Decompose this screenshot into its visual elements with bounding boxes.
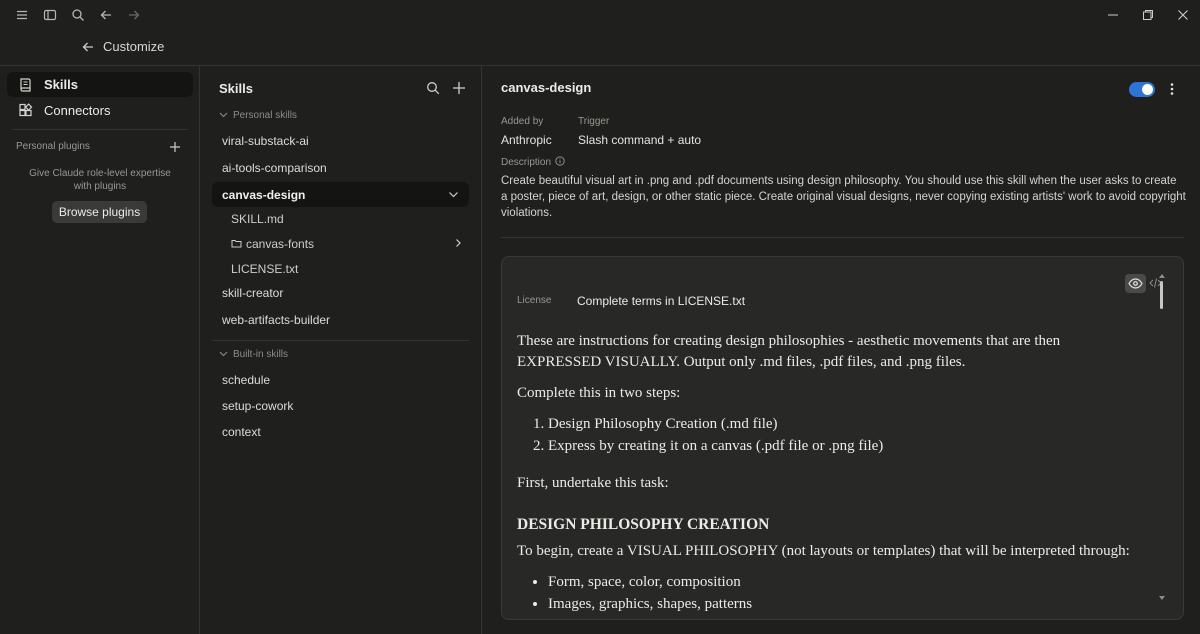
- description-label: Description: [501, 156, 565, 168]
- skills-icon: [18, 77, 33, 92]
- plugins-description: Give Claude role-level expertise with pl…: [29, 168, 171, 192]
- skill-item-setup-cowork[interactable]: setup-cowork: [212, 393, 469, 418]
- skill-document-viewer[interactable]: License Complete terms in LICENSE.txt Th…: [501, 256, 1184, 620]
- doc-bullet: Images, graphics, shapes, patterns: [548, 594, 1147, 615]
- group-label: Personal skills: [233, 110, 297, 121]
- minimize-icon[interactable]: [1104, 6, 1122, 24]
- sidebar-item-label: Connectors: [44, 103, 111, 118]
- skill-detail-pane: canvas-design Added by Anthropic Trigger…: [482, 66, 1200, 634]
- search-icon[interactable]: [69, 6, 87, 24]
- skill-item-canvas-design[interactable]: canvas-design: [212, 182, 469, 207]
- skill-label: viral-substack-ai: [222, 134, 309, 148]
- skill-item-viral-substack-ai[interactable]: viral-substack-ai: [212, 128, 469, 153]
- folder-icon: [231, 238, 242, 249]
- close-icon[interactable]: [1174, 6, 1192, 24]
- scroll-up-arrow-icon[interactable]: [1158, 273, 1166, 279]
- doc-heading: DESIGN PHILOSOPHY CREATION: [517, 516, 770, 533]
- info-icon[interactable]: [555, 156, 565, 166]
- group-label: Built-in skills: [233, 349, 289, 360]
- file-label: SKILL.md: [231, 212, 284, 226]
- builtin-skills-header[interactable]: Built-in skills: [219, 349, 288, 360]
- file-item-skill-md[interactable]: SKILL.md: [231, 212, 284, 232]
- chevron-down-icon[interactable]: [448, 189, 459, 200]
- skill-label: skill-creator: [222, 286, 284, 300]
- preview-eye-icon[interactable]: [1125, 274, 1146, 293]
- chevron-right-icon[interactable]: [453, 238, 463, 248]
- skill-item-context[interactable]: context: [212, 419, 469, 444]
- folder-item-canvas-fonts[interactable]: canvas-fonts: [231, 237, 314, 257]
- skills-divider: [212, 340, 469, 341]
- doc-intro: These are instructions for creating desi…: [517, 333, 1061, 370]
- skills-pane-title: Skills: [219, 81, 253, 96]
- customize-title[interactable]: Customize: [103, 39, 164, 54]
- connectors-icon: [18, 103, 33, 118]
- description-label-text: Description: [501, 157, 552, 168]
- doc-bullets-list: Form, space, color, composition Images, …: [548, 572, 1147, 615]
- added-by-label: Added by: [501, 116, 544, 127]
- license-label: License: [517, 295, 552, 306]
- detail-divider: [501, 237, 1184, 238]
- restore-icon[interactable]: [1139, 6, 1157, 24]
- customize-sidebar: Skills Connectors Personal plugins Give …: [0, 66, 200, 634]
- skill-item-schedule[interactable]: schedule: [212, 367, 469, 392]
- skill-description: Create beautiful visual art in .png and …: [501, 175, 1186, 219]
- doc-step: Design Philosophy Creation (.md file): [548, 414, 1147, 435]
- sidebar-divider: [12, 129, 188, 130]
- sidebar-item-skills[interactable]: Skills: [7, 72, 193, 97]
- chevron-down-icon: [219, 349, 228, 358]
- skill-label: setup-cowork: [222, 399, 294, 413]
- customize-bar: Customize: [0, 30, 1200, 66]
- trigger-label: Trigger: [578, 116, 610, 127]
- skill-item-web-artifacts-builder[interactable]: web-artifacts-builder: [212, 307, 469, 332]
- skill-label: canvas-design: [222, 188, 306, 202]
- personal-skills-header[interactable]: Personal skills: [219, 110, 297, 121]
- folder-label: canvas-fonts: [246, 237, 315, 251]
- chevron-down-icon: [219, 110, 228, 119]
- doc-steps-list: Design Philosophy Creation (.md file) Ex…: [548, 414, 1147, 457]
- forward-icon[interactable]: [125, 6, 143, 24]
- skill-enabled-toggle[interactable]: [1129, 82, 1155, 97]
- skill-label: schedule: [222, 373, 271, 387]
- more-options-icon[interactable]: [1165, 81, 1179, 97]
- file-label: LICENSE.txt: [231, 262, 299, 276]
- license-value: Complete terms in LICENSE.txt: [577, 294, 746, 308]
- skill-title: canvas-design: [501, 80, 592, 95]
- menu-icon[interactable]: [13, 6, 31, 24]
- back-icon[interactable]: [97, 6, 115, 24]
- skill-item-skill-creator[interactable]: skill-creator: [212, 280, 469, 305]
- sidebar-item-connectors[interactable]: Connectors: [7, 98, 193, 123]
- skill-item-ai-tools-comparison[interactable]: ai-tools-comparison: [212, 155, 469, 180]
- skill-label: context: [222, 425, 261, 439]
- add-skill-icon[interactable]: [451, 80, 466, 95]
- doc-first-task: First, undertake this task:: [517, 475, 669, 491]
- skill-label: web-artifacts-builder: [222, 313, 331, 327]
- doc-steps-intro: Complete this in two steps:: [517, 385, 681, 401]
- add-plugin-icon[interactable]: [168, 140, 181, 153]
- scrollbar-thumb[interactable]: [1160, 281, 1163, 309]
- added-by-value: Anthropic: [501, 133, 552, 147]
- scroll-down-arrow-icon[interactable]: [1158, 595, 1166, 601]
- document-body: These are instructions for creating desi…: [517, 331, 1147, 619]
- search-icon[interactable]: [425, 80, 440, 95]
- skill-label: ai-tools-comparison: [222, 161, 327, 175]
- file-item-license-txt[interactable]: LICENSE.txt: [231, 262, 298, 282]
- sidebar-item-label: Skills: [44, 77, 78, 92]
- back-arrow-icon[interactable]: [80, 39, 96, 55]
- doc-step: Express by creating it on a canvas (.pdf…: [548, 436, 1147, 457]
- browse-plugins-button[interactable]: Browse plugins: [52, 201, 147, 223]
- trigger-value: Slash command + auto: [578, 133, 702, 147]
- toggle-knob: [1142, 84, 1153, 95]
- skills-pane: Skills Personal skills viral-substack-ai…: [200, 66, 482, 634]
- title-bar: [0, 0, 1200, 30]
- doc-bullet: Form, space, color, composition: [548, 572, 1147, 593]
- sidebar-toggle-icon[interactable]: [41, 6, 59, 24]
- doc-begin: To begin, create a VISUAL PHILOSOPHY (no…: [517, 543, 1130, 559]
- personal-plugins-label: Personal plugins: [16, 141, 90, 152]
